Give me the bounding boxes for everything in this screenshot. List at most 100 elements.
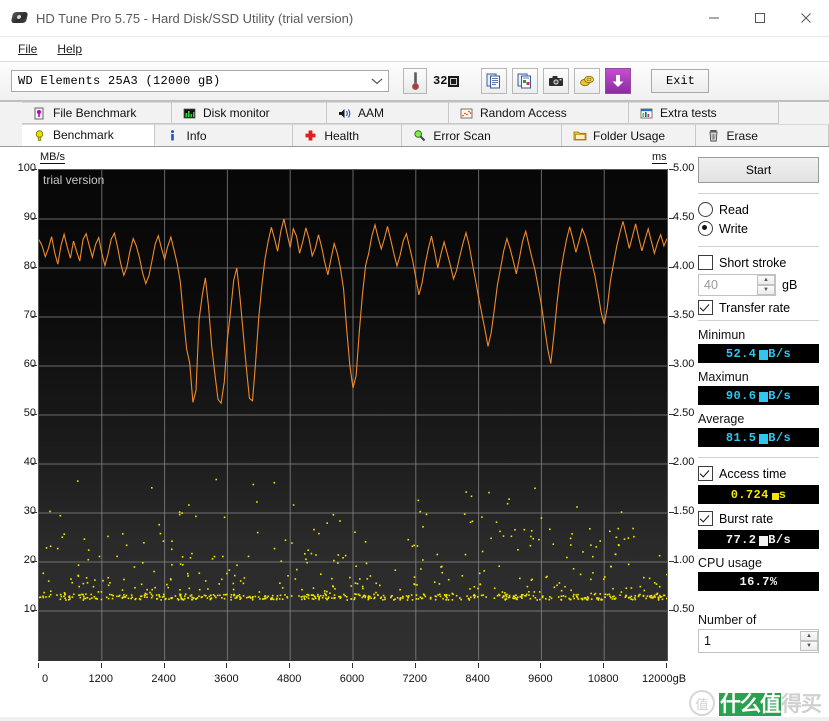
status-bar [0,717,829,721]
radio-read[interactable]: Read [698,202,819,217]
y2-tick-mark [669,414,674,415]
y-tick-mark [32,365,37,366]
number-of-decrement[interactable]: ▼ [800,641,818,651]
number-of-stepper[interactable]: 1 ▲ ▼ [698,629,819,653]
bar-chart-icon [182,106,197,121]
download-arrow-icon[interactable] [605,68,632,94]
y-tick-mark [32,267,37,268]
x-tick-label: 7200 [402,673,428,685]
tab-info[interactable]: Info [155,124,294,146]
menu-bar: File Help [0,37,829,62]
average-label: Average [698,412,745,426]
chevron-down-icon[interactable] [366,77,388,85]
mb-per-second-unit-icon [759,349,769,360]
number-of-increment[interactable]: ▲ [800,631,818,641]
checkbox-burst-rate[interactable]: Burst rate [698,511,819,526]
radio-write[interactable]: Write [698,221,819,236]
burst-rate-value-display: 77.2 B/s [698,530,819,549]
exit-button[interactable]: Exit [651,69,710,93]
maximize-button[interactable] [737,0,783,36]
y-axis-ticks: 10 20 30 40 50 60 70 80 90 100 [0,147,37,720]
x-tick-label: 2400 [151,673,176,685]
mb-per-second-unit-icon [759,535,769,546]
tab-file-benchmark[interactable]: File Benchmark [22,102,172,124]
main-content: MB/s ms 10 20 30 40 50 60 70 80 90 100 0.50 1.00 1.… [0,147,829,720]
tab-disk-monitor[interactable]: Disk monitor [172,102,327,124]
minimum-value: 52.4 [725,346,757,361]
x-tick-mark [540,663,542,668]
tab-random-access-label: Random Access [480,106,567,120]
checkbox-access-time-indicator[interactable] [698,466,713,481]
tab-aam[interactable]: AAM [327,102,449,124]
plot-area: trial version [38,169,668,661]
checkbox-transfer-rate[interactable]: Transfer rate [698,300,819,315]
info-icon [165,128,180,143]
tab-benchmark[interactable]: Benchmark [22,124,156,146]
menu-item-file[interactable]: File [8,40,47,58]
copy-document-icon[interactable] [481,68,508,94]
x-tick-label: 0 [42,673,49,685]
copy-image-icon[interactable] [512,68,539,94]
tab-error-scan[interactable]: Error Scan [402,124,563,146]
checkbox-burst-rate-indicator[interactable] [698,511,713,526]
tab-erase-label: Erase [726,128,758,143]
tab-extra-tests[interactable]: Extra tests [629,102,779,124]
access-time-value-display: 0.724 s [698,485,819,504]
checkbox-access-time-label: Access time [719,466,787,481]
short-stroke-increment[interactable]: ▲ [757,275,775,285]
checkbox-short-stroke-label: Short stroke [719,255,787,270]
y2-tick-mark [669,169,674,170]
camera-icon[interactable] [543,68,570,94]
y2-tick-mark [669,610,674,611]
checkbox-short-stroke[interactable]: Short stroke [698,255,819,270]
thermometer-icon[interactable] [403,68,427,94]
y2-tick-mark [669,218,674,219]
tab-benchmark-label: Benchmark [53,128,114,142]
checkbox-transfer-rate-indicator[interactable] [698,300,713,315]
average-value: 81.5 [725,430,757,445]
tab-folder-usage[interactable]: Folder Usage [562,124,696,146]
x-axis-line [38,660,666,661]
file-benchmark-icon [32,106,47,121]
tab-erase[interactable]: Erase [695,124,829,146]
folder-icon [572,128,587,143]
benchmark-chart: MB/s ms 10 20 30 40 50 60 70 80 90 100 0.50 1.00 1.… [0,147,694,720]
short-stroke-decrement[interactable]: ▼ [757,285,775,295]
radio-write-indicator[interactable] [698,221,713,236]
minimize-button[interactable] [691,0,737,36]
close-button[interactable] [783,0,829,36]
number-of-value[interactable]: 1 [699,634,800,648]
drive-select[interactable]: WD Elements 25A3 (12000 gB) [11,70,389,92]
x-axis-ticks: 0 1200 2400 3600 4800 6000 7200 8400 9600 10800 12… [0,663,690,693]
average-unit-suffix: B/s [768,430,792,445]
toolbar: WD Elements 25A3 (12000 gB) 32 Exit [0,62,829,102]
x-tick-mark [477,663,479,668]
y-tick-label: 90 [23,211,36,223]
tab-folder-usage-label: Folder Usage [593,128,666,143]
radio-read-indicator[interactable] [698,202,713,217]
temperature-value: 32 [433,74,448,88]
tab-health[interactable]: Health [293,124,403,146]
y-axis-label: MB/s [40,151,66,164]
number-of-label: Number of [698,613,757,627]
short-stroke-value[interactable]: 40 [699,278,757,292]
y-tick-mark [32,610,37,611]
divider [698,246,819,247]
burst-rate-unit-suffix: B/s [768,532,792,547]
checkbox-short-stroke-indicator[interactable] [698,255,713,270]
maximum-unit-suffix: B/s [768,388,792,403]
checkbox-access-time[interactable]: Access time [698,466,819,481]
x-tick-mark [100,663,102,668]
short-stroke-stepper[interactable]: 40 ▲ ▼ [698,274,776,296]
coins-icon[interactable] [574,68,601,94]
checkbox-transfer-rate-label: Transfer rate [719,300,791,315]
short-stroke-unit: gB [782,278,798,292]
menu-item-help[interactable]: Help [47,40,92,58]
x-tick-label: 6000 [339,673,365,685]
control-panel: Start Read Write Short stroke 40 ▲ ▼ gB [690,147,829,720]
tab-info-label: Info [186,128,207,143]
tab-random-access[interactable]: Random Access [449,102,629,124]
start-button[interactable]: Start [698,157,819,183]
scatter-icon [459,106,474,121]
toolbar-buttons [481,68,632,94]
